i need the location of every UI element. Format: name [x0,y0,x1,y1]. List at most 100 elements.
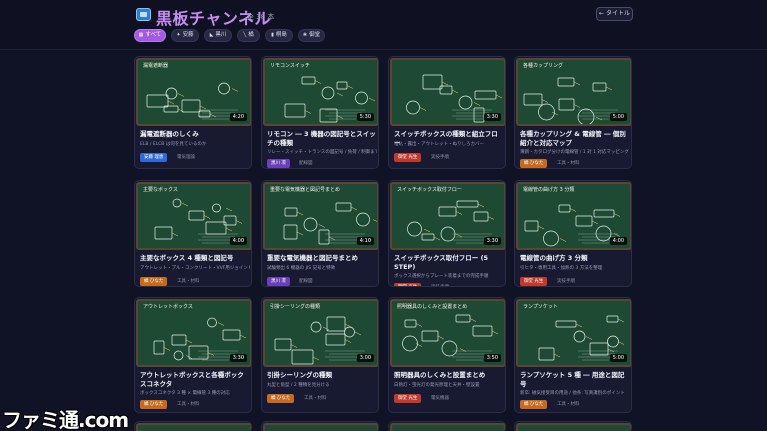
instructor-badge: 御堂 光生 [394,283,422,286]
video-thumbnail[interactable]: 引掛シーリングの種類 3:00 [263,299,378,367]
filter-tab[interactable]: ▦ すべて [134,29,166,42]
video-title[interactable]: リモコン ― 3 機器の図記号とスイッチの種類 [267,130,377,148]
video-title[interactable]: 引掛シーリングの種類 [267,371,377,380]
thumbnail-heading: スイッチボックス取付フロー [397,187,462,193]
video-card[interactable]: 主要なボックス 4:00 主要なボックス 4 種類と図記号 アウトレット・プル・コンク… [134,180,252,287]
video-thumbnail[interactable]: リモコンスイッチ 5:30 [263,58,378,126]
video-card[interactable]: 照明器具のしくみと設置まとめ 3:50 照明器具のしくみと設置まとめ 白熱灯・蛍光灯の… [388,297,506,413]
video-card[interactable]: リモコンスイッチ 5:30 リモコン ― 3 機器の図記号とスイッチの種類 リレー・ス… [261,56,379,169]
video-card[interactable]: 電線管の曲げ方 3 分類 4:00 電線管の曲げ方 3 分類引ヒタ・専用工具・加熱の… [514,180,632,287]
filter-tab[interactable]: ╲ 橘 [237,29,260,42]
video-title[interactable]: 漏電遮断器のしくみ [140,130,250,139]
video-title[interactable]: 主要なボックス 4 種類と図記号 [140,254,250,263]
video-card[interactable]: 重要な電気機器と図記号まとめ 4:10 重要な電気機器と図記号まとめ 試験頻出 6 機… [261,180,379,287]
video-thumbnail[interactable] [136,423,251,431]
video-thumbnail[interactable]: 各種カップリング 5:00 [516,58,631,126]
instructor-badge: 安藤 理恵 [140,153,168,162]
instructor-badge: 御堂 光生 [394,394,422,403]
category-label: 実技手順 [431,283,449,286]
video-thumbnail[interactable]: アウトレットボックス 3:30 [136,299,251,367]
instructor-badge: 黒川 凛 [267,159,290,168]
video-thumbnail[interactable]: 電線管の曲げ方 3 分類 4:00 [516,182,631,250]
video-card[interactable]: 各種カップリング 5:00 各種カップリング & 電線管 ― 個別紹介と対応マップ薄… [514,56,632,169]
thumbnail-heading: 漏電遮断器 [143,63,169,69]
thumbnail-heading: 照明器具のしくみと設置まとめ [397,304,468,310]
instructor-badge: 橘 ひなた [140,277,168,286]
tab-icon: ◣ [209,32,214,38]
tab-label: すべて [145,32,162,38]
filter-tab[interactable]: ❀ 御堂 [298,29,325,42]
category-label: 配線図 [299,279,313,284]
video-title[interactable]: ランプソケット 5 種 ― 用途と図記号 [520,371,630,389]
filter-tab[interactable]: ▮ 桐島 [265,29,293,42]
video-subtitle: 薄鋼・カタログ分けの電線管 / 1 対 1 対応マッピング [520,150,629,155]
filter-tab[interactable]: ◣ 黒川 [204,29,232,42]
video-subtitle: 白熱灯・蛍光灯の発光原理と天井・壁設置 [394,383,480,388]
category-label: 電気理論 [177,155,195,160]
video-card[interactable] [514,421,632,431]
tab-label: 桐島 [275,32,287,38]
thumbnail-heading: 各種カップリング [523,63,564,69]
thumbnail-heading: リモコンスイッチ [270,63,310,69]
duration-label: 3:30 [483,113,501,121]
video-card[interactable]: 漏電遮断器 4:20 漏電遮断器のしくみ ELB / ELCB は何を見ているのか 安藤… [134,56,252,169]
video-thumbnail[interactable] [516,423,631,431]
category-label: 配線図 [299,161,313,166]
tab-icon: ▮ [271,32,274,38]
thumbnail-heading: 電線管の曲げ方 3 分類 [523,187,575,193]
video-card[interactable] [134,421,252,431]
video-count: 全 38 本 [247,13,275,21]
thumbnail-heading: ランプソケット [523,304,558,310]
video-title[interactable]: アウトレットボックスと各種ボックスコネクタ [140,371,250,389]
video-thumbnail[interactable]: スイッチボックス取付フロー 3:30 [390,182,505,250]
video-card[interactable]: 引掛シーリングの種類 3:00 引掛シーリングの種類丸型と角型 / 2 種類を見分け… [261,297,379,413]
video-card[interactable]: ランプソケット 5:00 ランプソケット 5 種 ― 用途と図記号新卒: 磁気接受目… [514,297,632,413]
video-thumbnail[interactable]: 主要なボックス 4:00 [136,182,251,250]
video-subtitle: ボックス選択からプレート装着までの完成手順 [394,274,489,279]
back-to-title-button[interactable]: ← タイトル [596,7,633,21]
category-label: 工具・材料 [304,396,327,401]
video-thumbnail[interactable] [390,423,505,431]
tab-icon: ╲ [243,32,247,38]
category-label: 工具・材料 [557,402,580,407]
tv-icon [136,8,151,21]
duration-label: 3:00 [356,354,374,362]
video-title[interactable]: 各種カップリング & 電線管 ― 個別紹介と対応マップ [520,130,630,148]
video-thumbnail[interactable]: ランプソケット 5:00 [516,299,631,367]
category-label: 工具・材料 [557,161,580,166]
video-subtitle: 新卒: 磁気接受目の用途 / 他条: 写真識別のポイント [520,391,625,396]
duration-label: 3:30 [229,354,247,362]
thumbnail-heading: 主要なボックス [143,187,178,193]
video-title[interactable]: 電線管の曲げ方 3 分類 [520,254,630,263]
video-title[interactable]: 重要な電気機器と図記号まとめ [267,254,377,263]
video-card[interactable] [261,421,379,431]
video-subtitle: ボックスコネクタ 3 種 × 電線管 3 種の対応 [140,391,230,396]
tab-icon: ▦ [138,32,144,38]
duration-label: 3:30 [483,237,501,245]
video-title[interactable]: スイッチボックス取付フロー (5 STEP) [394,254,504,272]
video-title[interactable]: 照明器具のしくみと設置まとめ [394,371,504,380]
category-label: 電気機器 [431,396,449,401]
video-card[interactable]: スイッチボックス取付フロー 3:30 スイッチボックス取付フロー (5 STEP) ボ… [388,180,506,287]
category-label: 工具・材料 [177,402,200,407]
video-thumbnail[interactable] [263,423,378,431]
tab-icon: ❀ [302,32,308,38]
tab-label: 御堂 [309,32,321,38]
video-card[interactable]: 3:30 スイッチボックスの種類と組立フロー 埋込・露出・アウトレット・ぬりしろカバ… [388,56,506,169]
filter-tab[interactable]: ✦ 安藤 [171,29,199,42]
tab-label: 安藤 [182,32,194,38]
duration-label: 4:10 [356,237,374,245]
video-card[interactable] [388,421,506,431]
video-thumbnail[interactable]: 漏電遮断器 4:20 [136,58,251,126]
video-thumbnail[interactable]: 重要な電気機器と図記号まとめ 4:10 [263,182,378,250]
thumbnail-heading: 引掛シーリングの種類 [270,304,321,310]
video-subtitle: 丸型と角型 / 2 種類を見分ける [267,383,330,388]
video-subtitle: 埋込・露出・アウトレット・ぬりしろカバー [394,142,484,147]
duration-label: 4:00 [609,237,627,245]
video-thumbnail[interactable]: 照明器具のしくみと設置まとめ 3:50 [390,299,505,367]
video-card[interactable]: アウトレットボックス 3:30 アウトレットボックスと各種ボックスコネクタボックスコ… [134,297,252,413]
duration-label: 4:00 [229,237,247,245]
video-subtitle: 引ヒタ・専用工具・加熱の 3 方法を整理 [520,266,603,271]
thumbnail-heading: アウトレットボックス [143,304,193,310]
video-thumbnail[interactable]: 3:30 [390,58,505,126]
